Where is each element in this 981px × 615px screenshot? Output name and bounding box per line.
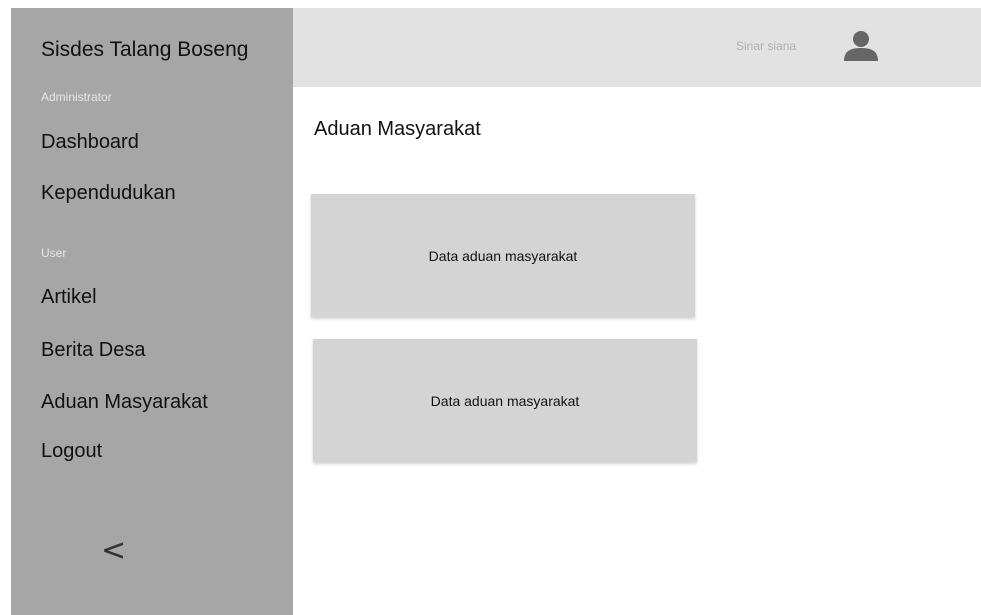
complaint-data-card[interactable]: Data aduan masyarakat bbox=[311, 194, 695, 317]
sidebar: Sisdes Talang Boseng Administrator Dashb… bbox=[11, 8, 293, 615]
sidebar-item-logout[interactable]: Logout bbox=[41, 440, 102, 463]
section-label-administrator: Administrator bbox=[41, 90, 112, 104]
sidebar-item-berita-desa[interactable]: Berita Desa bbox=[41, 339, 146, 362]
sidebar-item-artikel[interactable]: Artikel bbox=[41, 286, 97, 309]
app-brand: Sisdes Talang Boseng bbox=[41, 38, 249, 61]
top-bar: Sinar siana bbox=[293, 8, 981, 87]
card-label: Data aduan masyarakat bbox=[430, 392, 580, 409]
app-frame: Sisdes Talang Boseng Administrator Dashb… bbox=[11, 8, 981, 615]
section-label-user: User bbox=[41, 246, 67, 260]
user-icon[interactable] bbox=[842, 28, 880, 64]
sidebar-item-kependudukan[interactable]: Kependudukan bbox=[41, 182, 176, 205]
card-label: Data aduan masyarakat bbox=[428, 247, 578, 264]
sidebar-item-aduan-masyarakat[interactable]: Aduan Masyarakat bbox=[41, 391, 208, 414]
user-name: Sinar siana bbox=[736, 39, 797, 53]
page-title: Aduan Masyarakat bbox=[314, 118, 481, 140]
sidebar-collapse-button[interactable]: < bbox=[101, 536, 126, 566]
sidebar-item-dashboard[interactable]: Dashboard bbox=[41, 131, 139, 154]
user-icon-graphic bbox=[844, 31, 878, 61]
complaint-data-card[interactable]: Data aduan masyarakat bbox=[313, 339, 697, 462]
